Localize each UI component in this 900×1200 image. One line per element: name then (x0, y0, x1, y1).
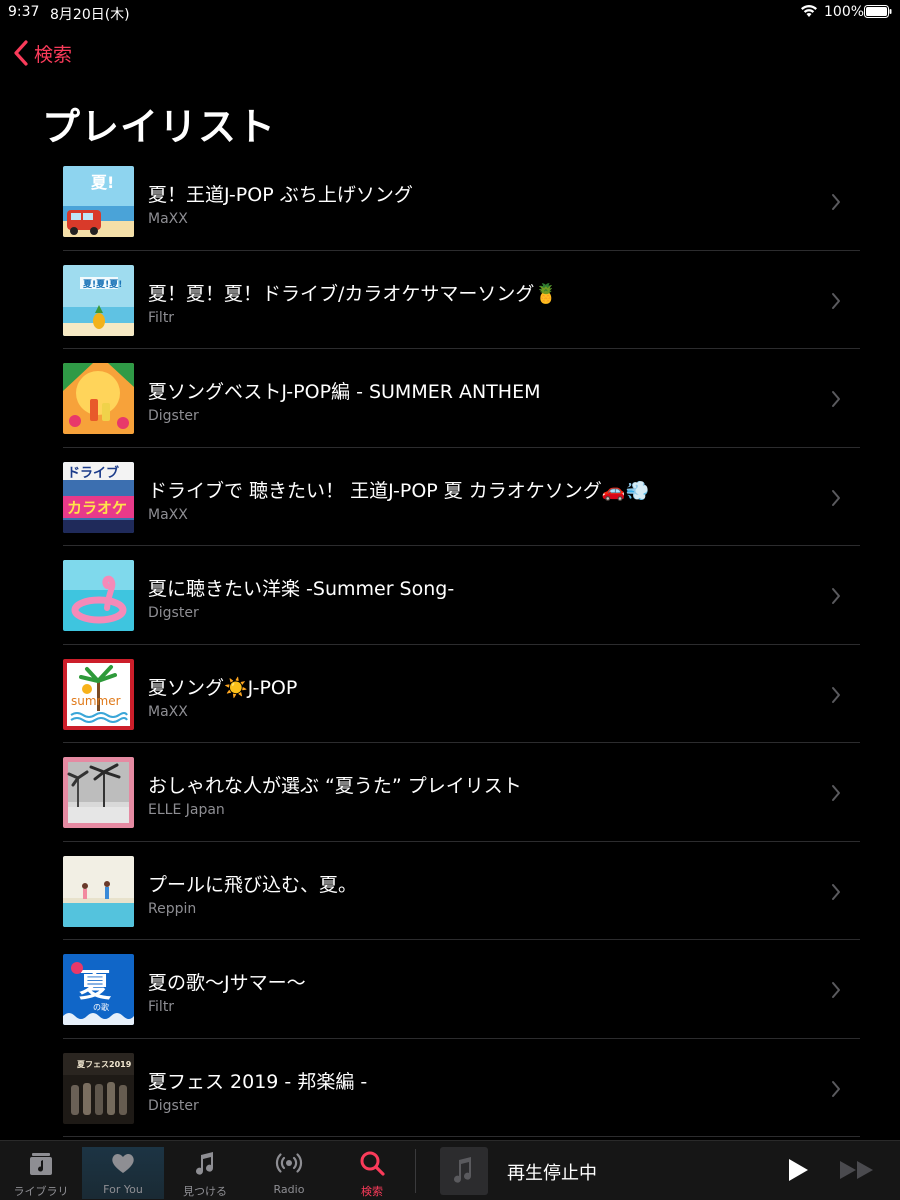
battery-percentage: 100% (824, 4, 865, 20)
playlist-artwork: 夏!夏!夏! (63, 264, 134, 336)
tab-label: 見つける (183, 1185, 227, 1198)
status-time: 9:37 (8, 4, 40, 20)
play-icon[interactable] (786, 1157, 810, 1183)
playlist-row[interactable]: 夏 の歌 夏の歌〜Jサマー〜 Filtr (0, 940, 900, 1039)
svg-text:ドライブ: ドライブ (67, 465, 119, 481)
page-title: プレイリスト (42, 105, 277, 149)
chevron-right-icon (832, 785, 840, 801)
playlist-title: プールに飛び込む、夏。 (148, 873, 358, 896)
playlist-title: 夏ソングベストJ-POP編 - SUMMER ANTHEM (148, 381, 541, 403)
tab-search[interactable]: 検索 (331, 1147, 413, 1199)
tab-label: ライブラリ (13, 1185, 69, 1198)
playlist-title: 夏！夏！夏！ドライブ/カラオケサマーソング🍍 (148, 282, 559, 305)
chevron-right-icon (832, 883, 840, 900)
playlist-artwork: 夏フェス2019 (63, 1052, 134, 1124)
playlist-curator: MaXX (148, 211, 188, 227)
fast-forward-icon[interactable] (838, 1159, 876, 1181)
battery-icon (864, 5, 892, 18)
tab-library[interactable]: ライブラリ (0, 1147, 82, 1199)
svg-text:カラオケ: カラオケ (67, 499, 127, 517)
wifi-icon (801, 4, 817, 17)
playlist-list: 夏! 夏！王道J-POP ぶち上げソング MaXX 夏!夏!夏! 夏！夏！夏！ド… (0, 152, 900, 1137)
search-icon (360, 1151, 385, 1176)
playlist-curator: ELLE Japan (148, 802, 225, 818)
music-app: 9:37 8月20日(木) 100% 検索 プレイリスト 夏! 夏！王道J-PO… (0, 0, 900, 1200)
playlist-title: 夏ソング☀️J-POP (148, 676, 298, 699)
chevron-left-icon (14, 40, 28, 66)
tab-for-you[interactable]: For You (82, 1147, 164, 1199)
back-button[interactable]: 検索 (12, 38, 72, 68)
playlist-row[interactable]: 夏!夏!夏! 夏！夏！夏！ドライブ/カラオケサマーソング🍍 Filtr (0, 251, 900, 349)
chevron-right-icon (832, 1080, 840, 1097)
playlist-artwork: summer (63, 658, 134, 730)
chevron-right-icon (832, 686, 840, 703)
tab-bar: ライブラリ For You 見つける Radio 検索 再生停止中 (0, 1140, 900, 1200)
playlist-curator: Filtr (148, 309, 175, 326)
svg-text:夏!夏!夏!: 夏!夏!夏! (82, 279, 122, 290)
music-note-icon (454, 1157, 472, 1183)
playlist-curator: Digster (148, 1097, 199, 1114)
row-divider (63, 1136, 860, 1137)
playlist-curator: MaXX (148, 506, 188, 523)
status-date: 8月20日(木) (50, 7, 130, 23)
playlist-artwork: ドライブ カラオケ (63, 461, 134, 533)
svg-text:summer: summer (71, 694, 121, 708)
radio-icon (275, 1153, 303, 1173)
tab-label: 検索 (361, 1185, 383, 1198)
playlist-row[interactable]: 夏フェス2019 夏フェス 2019 - 邦楽編 - Digster (0, 1039, 900, 1137)
tab-separator (415, 1149, 416, 1193)
chevron-right-icon (832, 982, 840, 998)
chevron-right-icon (832, 194, 840, 210)
playlist-artwork (63, 855, 134, 927)
mini-player-artwork[interactable] (440, 1147, 488, 1195)
back-label: 検索 (34, 43, 73, 66)
playlist-curator: Reppin (148, 900, 197, 917)
playlist-row[interactable]: プールに飛び込む、夏。 Reppin (0, 842, 900, 940)
playlist-row[interactable]: ドライブ カラオケ ドライブで 聴きたい！ 王道J-POP 夏 カラオケソング🚗… (0, 448, 900, 546)
heart-icon (112, 1154, 134, 1173)
playlist-curator: MaXX (148, 703, 188, 720)
playlist-curator: Digster (148, 605, 199, 621)
playlist-title: 夏に聴きたい洋楽 -Summer Song- (148, 578, 455, 600)
mini-player-status[interactable]: 再生停止中 (507, 1159, 597, 1185)
playlist-artwork (63, 757, 134, 828)
music-note-icon (196, 1152, 214, 1175)
playlist-title: 夏フェス 2019 - 邦楽編 - (148, 1070, 368, 1093)
library-icon (30, 1153, 52, 1175)
svg-text:の歌: の歌 (93, 1002, 109, 1012)
playlist-artwork (63, 363, 134, 434)
playlist-row[interactable]: 夏ソングベストJ-POP編 - SUMMER ANTHEM Digster (0, 349, 900, 448)
chevron-right-icon (832, 391, 840, 407)
playlist-curator: Filtr (148, 999, 175, 1015)
playlist-title: 夏の歌〜Jサマー〜 (148, 972, 306, 994)
playlist-title: おしゃれな人が選ぶ “夏うた” プレイリスト (148, 775, 522, 797)
tab-browse[interactable]: 見つける (164, 1147, 246, 1199)
playlist-title: 夏！王道J-POP ぶち上げソング (148, 184, 413, 206)
playlist-artwork (63, 560, 134, 631)
playlist-row[interactable]: 夏! 夏！王道J-POP ぶち上げソング MaXX (0, 152, 900, 251)
svg-text:夏!: 夏! (90, 173, 114, 192)
chevron-right-icon (832, 588, 840, 604)
tab-label: For You (103, 1183, 143, 1196)
playlist-artwork: 夏 の歌 (63, 954, 134, 1025)
tab-label: Radio (273, 1183, 305, 1196)
chevron-right-icon (832, 292, 840, 309)
playlist-artwork: 夏! (63, 166, 134, 237)
svg-text:夏: 夏 (79, 966, 112, 1004)
chevron-right-icon (832, 489, 840, 506)
playlist-row[interactable]: おしゃれな人が選ぶ “夏うた” プレイリスト ELLE Japan (0, 743, 900, 842)
playlist-row[interactable]: summer 夏ソング☀️J-POP MaXX (0, 645, 900, 743)
tab-radio[interactable]: Radio (248, 1147, 330, 1199)
playlist-title: ドライブで 聴きたい！ 王道J-POP 夏 カラオケソング🚗💨 (148, 479, 650, 502)
playlist-row[interactable]: 夏に聴きたい洋楽 -Summer Song- Digster (0, 546, 900, 645)
status-bar: 9:37 8月20日(木) 100% (0, 0, 900, 24)
playlist-curator: Digster (148, 408, 199, 424)
svg-text:夏フェス2019: 夏フェス2019 (76, 1060, 132, 1069)
